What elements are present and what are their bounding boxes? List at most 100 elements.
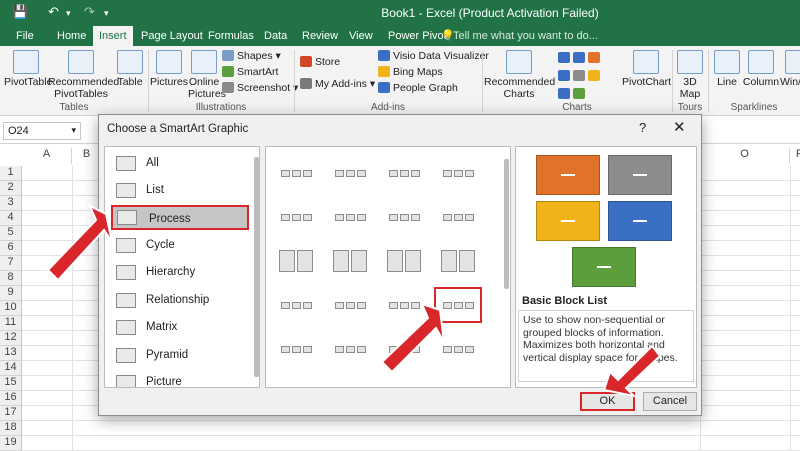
tab-review[interactable]: Review — [296, 26, 344, 46]
row-header[interactable]: 3 — [0, 196, 22, 211]
layout-thumbnail[interactable] — [380, 287, 428, 323]
category-list-item[interactable]: List — [110, 178, 250, 203]
layout-thumbnail[interactable] — [434, 375, 482, 387]
row-header[interactable]: 16 — [0, 391, 22, 406]
row-header[interactable]: 15 — [0, 376, 22, 391]
layout-thumbnail[interactable] — [326, 243, 374, 279]
tab-formulas[interactable]: Formulas — [202, 26, 260, 46]
recommended-pivottables-button[interactable]: Recommended PivotTables — [48, 50, 119, 100]
layout-thumbnail[interactable] — [326, 199, 374, 235]
tab-data[interactable]: Data — [258, 26, 293, 46]
row-header[interactable]: 17 — [0, 406, 22, 421]
category-scrollbar[interactable] — [254, 157, 259, 377]
layout-thumbnail[interactable] — [434, 155, 482, 191]
tab-file[interactable]: File — [10, 26, 40, 46]
category-label: All — [146, 157, 159, 169]
category-relationship[interactable]: Relationship — [110, 288, 250, 313]
recommended-charts-button[interactable]: Recommended Charts — [484, 50, 555, 100]
shapes-button[interactable]: Shapes ▾ — [222, 48, 281, 64]
layout-thumbnail[interactable] — [272, 375, 320, 387]
layout-thumbnail[interactable] — [380, 375, 428, 387]
table-button[interactable]: Table — [114, 50, 146, 88]
category-picture[interactable]: Picture — [110, 370, 250, 387]
category-cycle[interactable]: Cycle — [110, 233, 250, 258]
row-header[interactable]: 11 — [0, 316, 22, 331]
tab-insert[interactable]: Insert — [93, 26, 133, 46]
layout-shape — [441, 250, 457, 272]
layout-thumbnail[interactable] — [272, 155, 320, 191]
visio-button[interactable]: Visio Data Visualizer — [378, 48, 489, 64]
pivottable-button[interactable]: PivotTable — [4, 50, 52, 88]
cancel-button[interactable]: Cancel — [643, 392, 697, 411]
sparkline-column-label: Column — [742, 76, 780, 88]
row-header[interactable]: 12 — [0, 331, 22, 346]
pivottable-label: PivotTable — [4, 76, 53, 88]
row-header[interactable]: 5 — [0, 226, 22, 241]
layout-thumbnail[interactable] — [272, 199, 320, 235]
layout-thumbnail-selected[interactable] — [434, 287, 482, 323]
layout-thumbnail[interactable] — [272, 287, 320, 323]
sparkline-column-button[interactable]: Column — [742, 50, 780, 88]
help-icon[interactable]: ? — [639, 120, 646, 135]
layout-thumbnail[interactable] — [380, 199, 428, 235]
layout-thumbnail[interactable] — [434, 243, 482, 279]
my-addins-button[interactable]: My Add-ins ▾ — [300, 76, 375, 92]
chart-type-icons-row3[interactable] — [558, 86, 588, 102]
layout-shape — [453, 213, 463, 221]
row-header[interactable]: 14 — [0, 361, 22, 376]
chart-type-icons[interactable] — [558, 50, 603, 66]
pictures-button[interactable]: Pictures — [150, 50, 188, 88]
category-pyramid[interactable]: Pyramid — [110, 343, 250, 368]
layout-thumbnail[interactable] — [326, 287, 374, 323]
chart-type-icons-row2[interactable] — [558, 68, 603, 84]
tell-me-box[interactable]: Tell me what you want to do... — [453, 26, 598, 46]
layout-thumbnail[interactable] — [380, 243, 428, 279]
row-header[interactable]: 2 — [0, 181, 22, 196]
pivottable-icon — [13, 50, 39, 74]
layout-thumbnail[interactable] — [434, 199, 482, 235]
row-header[interactable]: 7 — [0, 256, 22, 271]
row-header[interactable]: 1 — [0, 166, 22, 181]
row-header[interactable]: 9 — [0, 286, 22, 301]
row-header[interactable]: 19 — [0, 436, 22, 451]
sparkline-winloss-button[interactable]: Win/Loss — [780, 50, 800, 88]
category-matrix[interactable]: Matrix — [110, 315, 250, 340]
online-pictures-button[interactable]: Online Pictures — [188, 50, 226, 100]
row-header[interactable]: 10 — [0, 301, 22, 316]
3d-map-button[interactable]: 3D Map — [674, 50, 706, 100]
smartart-button[interactable]: SmartArt — [222, 64, 278, 80]
screenshot-button[interactable]: Screenshot ▾ — [222, 80, 298, 96]
column-header-p[interactable]: P — [790, 148, 800, 164]
layout-shape — [334, 213, 344, 221]
layout-scrollbar[interactable] — [504, 159, 509, 289]
category-all[interactable]: All — [110, 151, 250, 176]
store-button[interactable]: Store — [300, 54, 340, 70]
layout-thumbnail[interactable] — [326, 375, 374, 387]
category-process[interactable]: Process — [111, 205, 249, 230]
row-header[interactable]: 18 — [0, 421, 22, 436]
layout-thumbnail[interactable] — [272, 243, 320, 279]
tab-page-layout[interactable]: Page Layout — [135, 26, 209, 46]
bing-maps-button[interactable]: Bing Maps — [378, 64, 443, 80]
people-graph-button[interactable]: People Graph — [378, 80, 458, 96]
layout-thumbnail[interactable] — [380, 155, 428, 191]
category-hierarchy[interactable]: Hierarchy — [110, 260, 250, 285]
close-icon[interactable]: ✕ — [673, 118, 686, 136]
row-header[interactable]: 13 — [0, 346, 22, 361]
sparkline-line-button[interactable]: Line — [712, 50, 742, 88]
column-header-o[interactable]: O — [700, 148, 790, 164]
layout-thumbnail[interactable] — [326, 155, 374, 191]
layout-thumbnail[interactable] — [326, 331, 374, 367]
layout-thumbnail[interactable] — [434, 331, 482, 367]
tab-home[interactable]: Home — [51, 26, 92, 46]
row-header[interactable]: 8 — [0, 271, 22, 286]
row-header[interactable]: 6 — [0, 241, 22, 256]
layout-thumbnail[interactable] — [380, 331, 428, 367]
pivotchart-button[interactable]: PivotChart — [622, 50, 671, 88]
row-header[interactable]: 4 — [0, 211, 22, 226]
ok-button[interactable]: OK — [580, 392, 635, 411]
column-header-a[interactable]: A — [22, 148, 72, 164]
tab-view[interactable]: View — [343, 26, 379, 46]
name-box[interactable]: O24 ▾ — [3, 122, 81, 140]
layout-thumbnail[interactable] — [272, 331, 320, 367]
